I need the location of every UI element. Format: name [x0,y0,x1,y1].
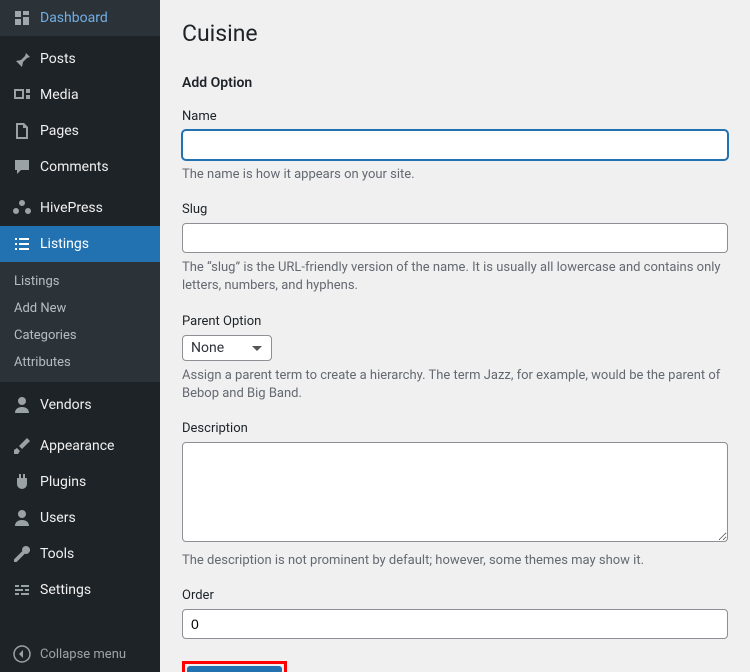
main-content: Cuisine Add Option Name The name is how … [160,0,750,672]
sidebar-item-comments[interactable]: Comments [0,149,160,185]
menu-label: Plugins [40,474,86,490]
name-help: The name is how it appears on your site. [182,166,728,184]
menu-label: Dashboard [40,10,108,26]
submenu-item-add-new[interactable]: Add New [0,295,160,322]
menu-label: Settings [40,582,91,598]
vendors-icon [12,395,32,415]
submit-highlight: Add Option [182,661,287,672]
parent-select[interactable]: None [182,335,272,361]
pin-icon [12,49,32,69]
brush-icon [12,436,32,456]
menu-label: Comments [40,159,109,175]
listings-icon [12,234,32,254]
sliders-icon [12,580,32,600]
submenu-item-categories[interactable]: Categories [0,322,160,349]
menu-label: Appearance [40,438,114,454]
field-slug: Slug The “slug” is the URL-friendly vers… [182,202,728,295]
sidebar-item-hivepress[interactable]: HivePress [0,190,160,226]
media-icon [12,85,32,105]
menu-label: Posts [40,51,76,67]
plugin-icon [12,472,32,492]
sidebar-item-users[interactable]: Users [0,500,160,536]
listings-submenu: Listings Add New Categories Attributes [0,262,160,382]
collapse-label: Collapse menu [40,647,126,662]
sidebar-item-media[interactable]: Media [0,77,160,113]
parent-help: Assign a parent term to create a hierarc… [182,367,728,403]
field-parent: Parent Option None Assign a parent term … [182,314,728,403]
description-input[interactable] [182,442,728,542]
comments-icon [12,157,32,177]
menu-label: HivePress [40,200,103,216]
submenu-item-listings[interactable]: Listings [0,268,160,295]
sidebar-item-posts[interactable]: Posts [0,41,160,77]
description-label: Description [182,421,728,436]
sidebar-item-settings[interactable]: Settings [0,572,160,608]
menu-label: Media [40,87,79,103]
sidebar-item-pages[interactable]: Pages [0,113,160,149]
sidebar-item-listings[interactable]: Listings [0,226,160,262]
add-option-button[interactable]: Add Option [187,666,282,672]
menu-label: Pages [40,123,79,139]
name-input[interactable] [182,130,728,160]
slug-label: Slug [182,202,728,217]
order-label: Order [182,588,728,603]
user-icon [12,508,32,528]
description-help: The description is not prominent by defa… [182,552,728,570]
collapse-icon [12,644,32,664]
page-title: Cuisine [182,20,728,47]
sidebar-item-tools[interactable]: Tools [0,536,160,572]
pages-icon [12,121,32,141]
submenu-item-attributes[interactable]: Attributes [0,349,160,376]
hivepress-icon [12,198,32,218]
parent-label: Parent Option [182,314,728,329]
slug-help: The “slug” is the URL-friendly version o… [182,259,728,295]
dashboard-icon [12,8,32,28]
sidebar-item-appearance[interactable]: Appearance [0,428,160,464]
menu-label: Tools [40,546,74,562]
menu-label: Listings [40,236,89,252]
admin-sidebar: Dashboard Posts Media Pages Comments Hiv… [0,0,160,672]
field-name: Name The name is how it appears on your … [182,109,728,184]
section-heading: Add Option [182,75,728,91]
menu-label: Users [40,510,76,526]
sidebar-item-dashboard[interactable]: Dashboard [0,0,160,36]
sidebar-item-plugins[interactable]: Plugins [0,464,160,500]
order-input[interactable] [182,609,728,639]
name-label: Name [182,109,728,124]
collapse-menu[interactable]: Collapse menu [0,636,160,672]
field-description: Description The description is not promi… [182,421,728,570]
sidebar-item-vendors[interactable]: Vendors [0,387,160,423]
field-order: Order [182,588,728,639]
wrench-icon [12,544,32,564]
slug-input[interactable] [182,223,728,253]
menu-label: Vendors [40,397,92,413]
